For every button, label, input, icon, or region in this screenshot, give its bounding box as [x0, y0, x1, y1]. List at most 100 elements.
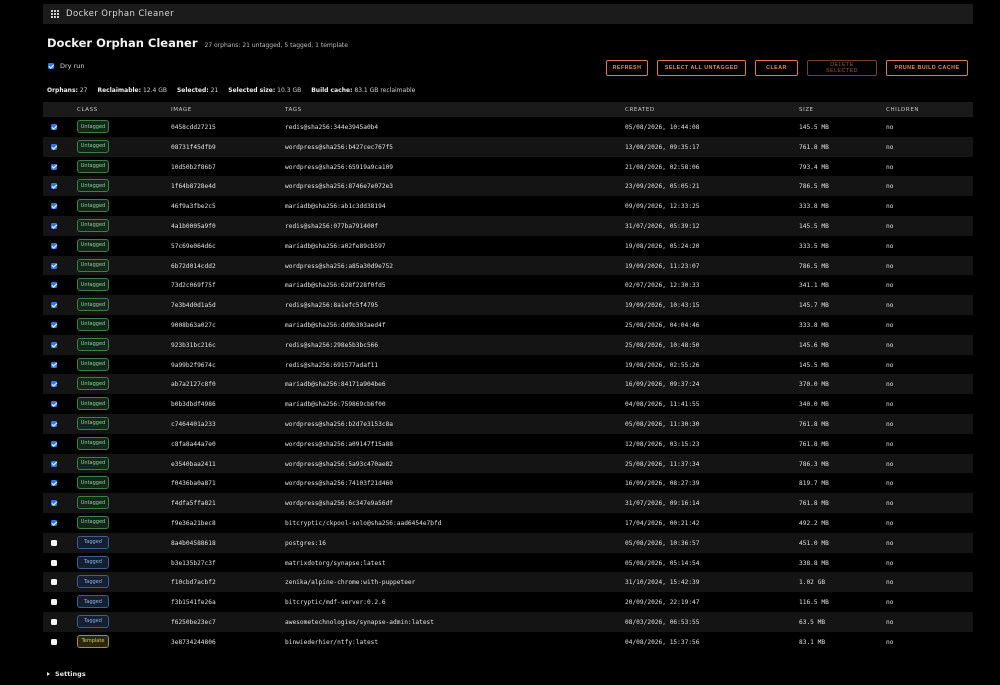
image-id: 9008b63a027c: [171, 321, 216, 329]
row-checkbox[interactable]: [51, 302, 57, 309]
table-row[interactable]: Tagged f6250be23ec7 awesometechnologies/sy…: [43, 611, 973, 632]
table-row[interactable]: Untagged ab7a2127c8f0 mariadb@sha256:84171…: [43, 374, 973, 395]
table-row[interactable]: Untagged e3540baa2411 wordpress@sha256:5a9…: [43, 453, 973, 474]
table-row[interactable]: Untagged f9e36a21bec8 bitcryptic/ckpool-so…: [43, 513, 973, 533]
image-tags: wordpress@sha256:b427cec767f5: [285, 143, 394, 151]
row-checkbox[interactable]: [51, 559, 57, 566]
image-tags: redis@sha256:298e5b3bc566: [285, 341, 379, 349]
children-flag: no: [886, 381, 894, 389]
image-tags: mariadb@sha256:dd9b303aed4f: [285, 321, 386, 329]
row-checkbox[interactable]: [51, 282, 57, 289]
class-badge: Untagged: [77, 357, 109, 371]
column-size[interactable]: SIZE: [799, 107, 814, 113]
prune-build-cache-button[interactable]: PRUNE BUILD CACHE: [886, 60, 968, 76]
created-date: 23/09/2026, 05:05:21: [625, 183, 700, 191]
table-row[interactable]: Tagged f10cbd7acbf2 zenika/alpine-chrome:w…: [43, 572, 973, 593]
table-row[interactable]: Untagged 7e3b4d0d1a5d redis@sha256:8a1efc5…: [43, 295, 973, 315]
table-row[interactable]: Untagged 0458cdd27215 redis@sha256:344e394…: [43, 117, 973, 137]
row-checkbox[interactable]: [51, 124, 57, 130]
table-row[interactable]: Tagged f3b1541fe26a bitcryptic/mdf-server:…: [43, 592, 973, 612]
table-row[interactable]: Untagged 9a99b2f9674c redis@sha256:691577a…: [43, 355, 973, 375]
grid-icon[interactable]: [51, 10, 59, 18]
table-row[interactable]: Untagged c7464401a233 wordpress@sha256:b2d…: [43, 413, 973, 434]
row-checkbox[interactable]: [51, 361, 57, 368]
column-tags[interactable]: TAGS: [285, 107, 302, 113]
row-checkbox[interactable]: [51, 480, 57, 487]
table-row[interactable]: Untagged 1f64b8728e4d wordpress@sha256:874…: [43, 176, 973, 197]
table-row[interactable]: Untagged 46f9a3fbe2c5 mariadb@sha256:ab1c3…: [43, 196, 973, 216]
table-row[interactable]: Untagged 9008b63a027c mariadb@sha256:dd9b3…: [43, 315, 973, 335]
image-size: 786.3 MB: [799, 460, 829, 468]
image-size: 761.8 MB: [799, 500, 829, 508]
created-date: 02/07/2026, 12:30:33: [625, 282, 700, 290]
row-checkbox[interactable]: [51, 381, 57, 388]
table-row[interactable]: Template 3e8734244806 binwiederhier/ntfy:l…: [43, 632, 973, 652]
column-created[interactable]: CREATED: [625, 107, 655, 113]
image-tags: wordpress@sha256:a85a30d9e752: [285, 262, 394, 270]
table-row[interactable]: Untagged 923b31bc216c redis@sha256:298e5b3…: [43, 334, 973, 355]
refresh-button[interactable]: REFRESH: [606, 60, 648, 76]
children-flag: no: [886, 124, 894, 131]
table-row[interactable]: Untagged 10d50b2f86b7 wordpress@sha256:659…: [43, 157, 973, 177]
table-row[interactable]: Untagged 6b72d014cdd2 wordpress@sha256:a85…: [43, 255, 973, 276]
table-row[interactable]: Untagged f0436ba0a871 wordpress@sha256:741…: [43, 473, 973, 493]
row-checkbox[interactable]: [51, 420, 57, 427]
stat-selected-size: Selected size: 10.3 GB: [228, 87, 302, 94]
select-all-untagged-button[interactable]: SELECT ALL UNTAGGED: [657, 60, 746, 76]
table-row[interactable]: Tagged 8a4b04588618 postgres:16 05/08/2026,…: [43, 532, 973, 553]
row-checkbox[interactable]: [51, 203, 57, 210]
row-checkbox[interactable]: [51, 599, 57, 606]
column-children[interactable]: CHILDREN: [886, 107, 919, 113]
table-header: CLASS IMAGE TAGS CREATED SIZE CHILDREN: [43, 102, 973, 117]
created-date: 19/08/2026, 05:24:20: [625, 242, 700, 250]
class-badge: Untagged: [77, 496, 109, 510]
column-class[interactable]: CLASS: [77, 107, 98, 113]
settings-toggle[interactable]: Settings: [47, 670, 86, 678]
row-checkbox[interactable]: [51, 242, 57, 249]
table-row[interactable]: Untagged 73d2c069f75f mariadb@sha256:628f2…: [43, 275, 973, 295]
row-checkbox[interactable]: [51, 341, 57, 348]
created-date: 20/09/2026, 22:19:47: [625, 599, 700, 607]
table-row[interactable]: Untagged f4dfa5ffa821 wordpress@sha256:6c3…: [43, 493, 973, 513]
row-checkbox[interactable]: [51, 519, 57, 526]
row-checkbox[interactable]: [51, 539, 57, 546]
image-size: 63.5 MB: [799, 618, 826, 626]
row-checkbox[interactable]: [51, 579, 57, 586]
row-checkbox[interactable]: [51, 163, 57, 170]
row-checkbox[interactable]: [51, 440, 57, 447]
children-flag: no: [886, 440, 894, 448]
table-row[interactable]: Untagged 4a1b0005a9f0 redis@sha256:077ba79…: [43, 215, 973, 236]
table-row[interactable]: Untagged c8fa8a44a7e0 wordpress@sha256:a09…: [43, 434, 973, 454]
row-checkbox[interactable]: [51, 460, 57, 467]
created-date: 25/08/2026, 10:48:50: [625, 341, 700, 349]
image-tags: wordpress@sha256:a09147f15a88: [285, 440, 394, 448]
children-flag: no: [886, 262, 894, 270]
row-checkbox[interactable]: [51, 262, 57, 269]
clear-button[interactable]: CLEAR: [755, 60, 798, 76]
row-checkbox[interactable]: [51, 321, 57, 328]
image-tags: mariadb@sha256:84171a904be6: [285, 381, 386, 389]
table-row[interactable]: Untagged 57c69e064d6c mariadb@sha256:a02fe…: [43, 236, 973, 256]
app-title: Docker Orphan Cleaner: [66, 9, 174, 19]
row-checkbox[interactable]: [51, 143, 57, 150]
delete-selected-button[interactable]: DELETE SELECTED: [807, 60, 877, 76]
children-flag: no: [886, 282, 894, 290]
created-date: 05/08/2026, 11:30:30: [625, 420, 700, 428]
image-id: b3e135b27c3f: [171, 559, 216, 567]
table-row[interactable]: Untagged b0b3dbdf4986 mariadb@sha256:75986…: [43, 394, 973, 414]
class-badge: Untagged: [77, 258, 109, 272]
row-checkbox[interactable]: [51, 183, 57, 190]
row-checkbox[interactable]: [51, 222, 57, 229]
image-id: 73d2c069f75f: [171, 282, 216, 290]
table-row[interactable]: Tagged b3e135b27c3f matrixdotorg/synapse:l…: [43, 553, 973, 573]
row-checkbox[interactable]: [51, 618, 57, 625]
row-checkbox[interactable]: [51, 401, 57, 408]
image-id: 1f64b8728e4d: [171, 183, 216, 191]
table-row[interactable]: Untagged 08731f45dfb9 wordpress@sha256:b42…: [43, 136, 973, 157]
image-size: 761.8 MB: [799, 420, 829, 428]
row-checkbox[interactable]: [51, 500, 57, 507]
column-image[interactable]: IMAGE: [171, 107, 192, 113]
row-checkbox[interactable]: [51, 638, 57, 645]
children-flag: no: [886, 460, 894, 468]
image-id: 7e3b4d0d1a5d: [171, 302, 216, 310]
